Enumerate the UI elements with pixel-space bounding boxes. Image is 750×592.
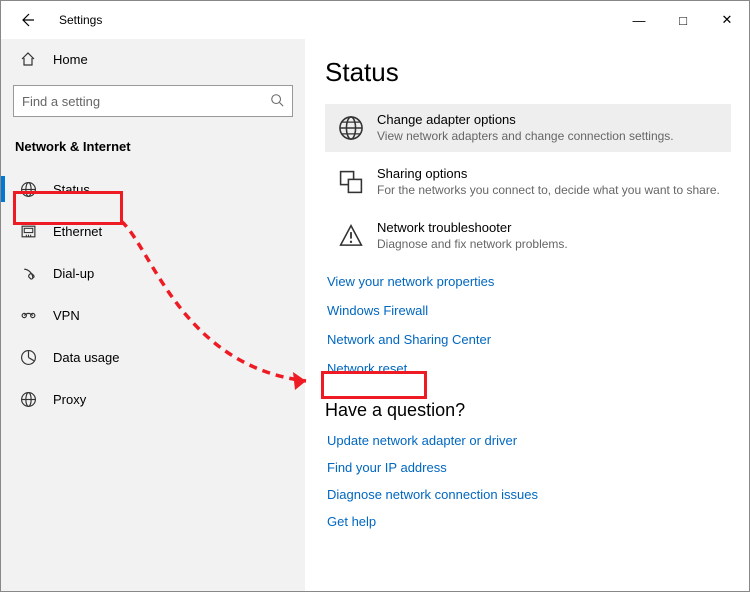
- sidebar-item-label: Proxy: [53, 392, 86, 407]
- question-title: Have a question?: [325, 400, 731, 421]
- sidebar: Home Find a setting Network & Internet S…: [1, 39, 305, 591]
- sidebar-item-label: Data usage: [53, 350, 120, 365]
- option-title: Sharing options: [377, 166, 720, 181]
- option-title: Change adapter options: [377, 112, 674, 127]
- proxy-icon: [17, 391, 39, 408]
- sharing-icon: [335, 166, 367, 198]
- vpn-icon: [17, 307, 39, 324]
- sidebar-item-ethernet[interactable]: Ethernet: [13, 210, 293, 252]
- link-get-help[interactable]: Get help: [325, 514, 731, 529]
- minimize-icon: —: [633, 13, 646, 28]
- network-troubleshooter[interactable]: Network troubleshooter Diagnose and fix …: [325, 212, 731, 260]
- link-view-properties[interactable]: View your network properties: [325, 274, 731, 289]
- window-title: Settings: [59, 13, 102, 27]
- sidebar-item-label: Dial-up: [53, 266, 94, 281]
- window-controls: — □ ✕: [617, 5, 749, 35]
- sidebar-item-status[interactable]: Status: [13, 168, 293, 210]
- search-icon: [270, 93, 284, 110]
- option-desc: For the networks you connect to, decide …: [377, 183, 720, 197]
- page-title: Status: [325, 57, 731, 88]
- option-desc: Diagnose and fix network problems.: [377, 237, 568, 251]
- main-panel: Status Change adapter options View netwo…: [305, 39, 749, 591]
- sidebar-item-datausage[interactable]: Data usage: [13, 336, 293, 378]
- troubleshooter-icon: [335, 220, 367, 252]
- link-network-reset[interactable]: Network reset: [325, 361, 731, 376]
- back-button[interactable]: [15, 8, 39, 32]
- link-list: View your network properties Windows Fir…: [325, 274, 731, 376]
- search-placeholder: Find a setting: [22, 94, 270, 109]
- search-input[interactable]: Find a setting: [13, 85, 293, 117]
- close-icon: ✕: [722, 12, 733, 28]
- sidebar-item-label: VPN: [53, 308, 80, 323]
- status-icon: [17, 181, 39, 198]
- globe-icon: [335, 112, 367, 144]
- option-title: Network troubleshooter: [377, 220, 568, 235]
- home-label: Home: [53, 52, 88, 67]
- titlebar: Settings — □ ✕: [1, 1, 749, 39]
- sidebar-item-proxy[interactable]: Proxy: [13, 378, 293, 420]
- link-windows-firewall[interactable]: Windows Firewall: [325, 303, 731, 318]
- option-desc: View network adapters and change connect…: [377, 129, 674, 143]
- link-find-ip[interactable]: Find your IP address: [325, 460, 731, 475]
- sidebar-item-dialup[interactable]: Dial-up: [13, 252, 293, 294]
- link-sharing-center[interactable]: Network and Sharing Center: [325, 332, 731, 347]
- sharing-options[interactable]: Sharing options For the networks you con…: [325, 158, 731, 206]
- minimize-button[interactable]: —: [617, 5, 661, 35]
- sidebar-section-header: Network & Internet: [13, 139, 293, 154]
- sidebar-item-label: Status: [53, 182, 90, 197]
- change-adapter-options[interactable]: Change adapter options View network adap…: [325, 104, 731, 152]
- link-diagnose[interactable]: Diagnose network connection issues: [325, 487, 731, 502]
- dialup-icon: [17, 265, 39, 282]
- datausage-icon: [17, 349, 39, 366]
- content-area: Home Find a setting Network & Internet S…: [1, 39, 749, 591]
- home-icon: [17, 51, 39, 67]
- maximize-icon: □: [679, 13, 687, 28]
- sidebar-item-label: Ethernet: [53, 224, 102, 239]
- link-update-adapter[interactable]: Update network adapter or driver: [325, 433, 731, 448]
- ethernet-icon: [17, 223, 39, 240]
- maximize-button[interactable]: □: [661, 5, 705, 35]
- sidebar-item-vpn[interactable]: VPN: [13, 294, 293, 336]
- back-arrow-icon: [19, 12, 35, 28]
- question-links: Update network adapter or driver Find yo…: [325, 433, 731, 529]
- home-button[interactable]: Home: [13, 39, 293, 79]
- close-button[interactable]: ✕: [705, 5, 749, 35]
